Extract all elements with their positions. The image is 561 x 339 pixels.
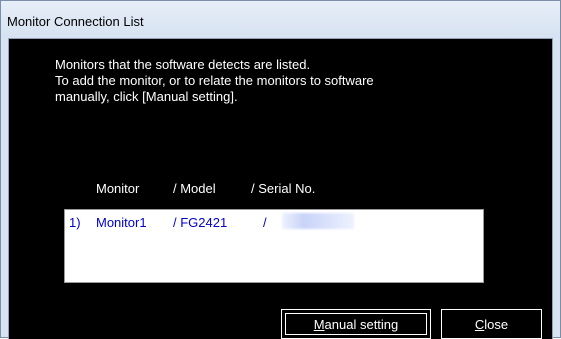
- description-line-2: To add the monitor, or to relate the mon…: [55, 73, 374, 88]
- monitor-connection-list-window: Monitor Connection List Monitors that th…: [0, 0, 561, 339]
- list-item-index: 1): [69, 215, 81, 230]
- close-button[interactable]: Close: [441, 309, 542, 339]
- manual-setting-button[interactable]: Manual setting: [281, 309, 431, 339]
- title-bar[interactable]: Monitor Connection List: [1, 1, 560, 38]
- manual-setting-label: Manual setting: [313, 316, 399, 332]
- list-item-monitor: Monitor1: [96, 215, 147, 230]
- serial-number-redacted: [282, 213, 354, 229]
- column-header-model: / Model: [173, 181, 216, 196]
- description-line-1: Monitors that the software detects are l…: [55, 57, 311, 72]
- description-text: Monitors that the software detects are l…: [55, 57, 374, 105]
- description-line-3: manually, click [Manual setting].: [55, 89, 238, 104]
- column-header-monitor: Monitor: [96, 181, 140, 196]
- window-title: Monitor Connection List: [7, 14, 144, 29]
- close-label: Close: [474, 316, 509, 332]
- list-item-model: / FG2421: [173, 215, 228, 230]
- list-item-serial-separator: /: [263, 215, 267, 230]
- column-header-serial: / Serial No.: [251, 181, 316, 196]
